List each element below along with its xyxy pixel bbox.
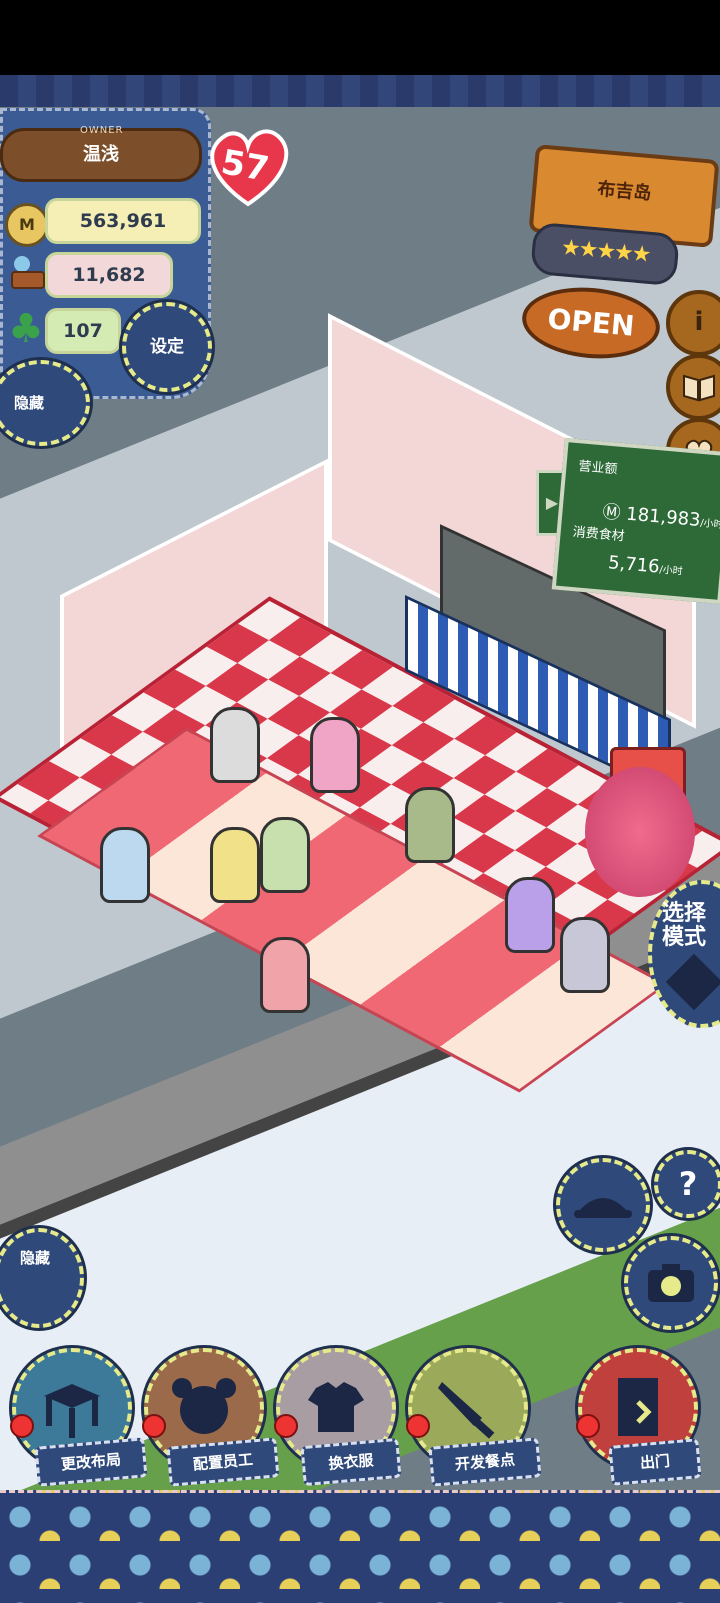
customer-bear[interactable] [560,917,610,993]
recipe-book-button[interactable] [666,354,720,420]
customer-cat[interactable] [210,827,260,903]
go-out-label: 出门 [608,1438,702,1486]
food-consumed-unit: /小时 [658,564,684,578]
info-icon: i [694,307,704,337]
m-coin-icon: Ⓜ [601,501,622,524]
rating-stars: ★★★★★ [559,235,651,268]
owner-name: 温浅 [83,144,119,165]
clover-icon: ♣ [8,306,44,352]
settings-label: 设定 [150,337,184,357]
customer-bear[interactable] [310,717,360,793]
owner-label: OWNER [80,125,124,136]
recipe-book-icon [683,374,715,402]
revenue-board: 营业额 Ⓜ 181,983/小时 消费食材 5,716/小时 [551,437,720,605]
m-coin-icon: M [5,203,49,247]
staff-bunny[interactable] [210,707,260,783]
owner-name-plank[interactable]: 温浅 [0,128,202,182]
hat-button[interactable] [556,1158,650,1252]
staff-bear[interactable] [260,817,310,893]
food-consumed-value: 5,716 [607,552,661,578]
settings-button[interactable]: 设定 [122,302,212,392]
food-consumed-label: 消费食材 [572,524,626,545]
revenue-value: 181,983 [625,503,702,531]
cube-icon [665,953,720,1011]
food-counter: 11,682 [45,252,173,298]
open-status: OPEN [546,302,636,343]
pin-icon [142,1414,166,1438]
clover-counter: 107 [45,308,121,354]
revenue-unit: /小时 [699,518,720,532]
camera-icon [648,1264,694,1302]
staff-bear[interactable] [100,827,150,903]
customer-bear[interactable] [260,937,310,1013]
food-consumed-row: 5,716/小时 [607,552,683,579]
customer-bear[interactable] [405,787,455,863]
help-icon: ? [678,1165,698,1203]
heart-level-badge[interactable]: 57 [200,118,296,214]
shop-name: 布吉岛 [596,178,653,205]
money-counter: 563,961 [45,198,201,244]
pin-icon [576,1414,600,1438]
hide-top-label: 隐藏 [14,394,45,412]
select-mode-label: 选择模式 [662,901,707,950]
customer-bunny[interactable] [505,877,555,953]
top-border [0,75,720,110]
pin-icon [274,1414,298,1438]
food-basket-icon [10,252,46,292]
revenue-label: 营业额 [577,459,619,478]
camera-button[interactable] [624,1236,718,1330]
status-bar [0,0,720,75]
hat-icon [574,1198,632,1218]
bottom-border [0,1490,720,1603]
hide-bottom-label: 隐藏 [20,1249,51,1267]
cherry-tree[interactable] [585,767,695,897]
pin-icon [10,1414,34,1438]
pin-icon [406,1414,430,1438]
change-clothes-label: 换衣服 [300,1437,402,1487]
help-button[interactable]: ? [654,1150,720,1218]
